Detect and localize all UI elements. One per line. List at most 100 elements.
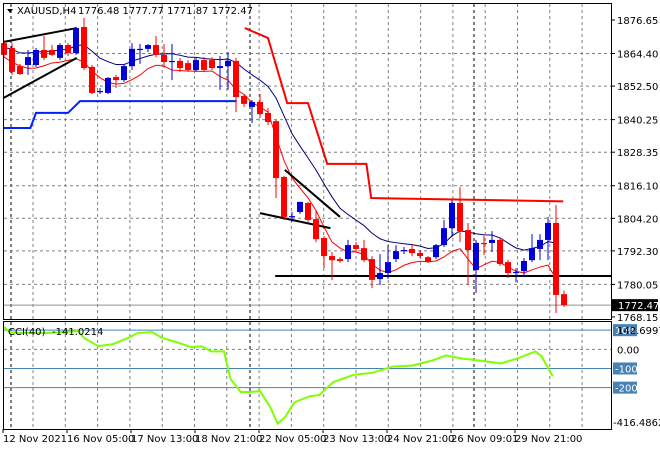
candle (489, 231, 495, 252)
current-price-label: 1772.47 (618, 301, 659, 312)
price-chart[interactable]: 1876.65 1864.40 1852.50 1840.25 1828.35 1816.… (0, 0, 660, 450)
candle (41, 36, 47, 61)
candle (193, 57, 199, 72)
candle (281, 175, 287, 220)
price-tick-label: 1852.50 (617, 82, 658, 93)
candle (49, 45, 55, 56)
candle (521, 257, 527, 278)
candle-body (337, 259, 343, 261)
candle-body (185, 63, 191, 70)
candle-body (113, 77, 119, 81)
candle-body (401, 250, 407, 252)
candle (369, 256, 375, 289)
time-tick-label: 18 Nov 21:00 (195, 434, 262, 445)
cci-min-label: -416.4862 (613, 418, 660, 429)
candle-body (465, 230, 471, 251)
candle-body (9, 48, 15, 72)
candle (305, 201, 311, 222)
candle (401, 247, 407, 255)
candle-body (49, 49, 55, 55)
candle-body (41, 49, 47, 58)
candle-body (153, 45, 159, 55)
candle (81, 17, 87, 70)
candle-body (409, 248, 415, 254)
candle-body (553, 222, 559, 295)
candle (409, 244, 415, 257)
candle (497, 238, 503, 266)
candle-body (433, 245, 439, 258)
candle-body (249, 101, 255, 107)
candle-body (457, 202, 463, 232)
candle-body (273, 121, 279, 179)
candle-body (25, 57, 31, 66)
candle (201, 57, 207, 72)
ohlc-readout: 1776.48 1777.77 1771.87 1772.47 (78, 6, 253, 17)
support-step-line (3, 100, 237, 129)
candle-body (129, 48, 135, 67)
candle-body (521, 260, 527, 272)
candle (457, 187, 463, 243)
candle-body (161, 54, 167, 63)
price-tick-label: 1768.15 (617, 313, 658, 324)
candle (529, 234, 535, 263)
price-tick-label: 1840.25 (617, 116, 658, 127)
axes: 1876.65 1864.40 1852.50 1840.25 1828.35 1816.… (2, 16, 660, 445)
candle-body (17, 66, 23, 75)
candle (241, 94, 247, 107)
price-tick-label: 1864.40 (617, 50, 658, 61)
candle-body (385, 262, 391, 274)
candle-body (529, 248, 535, 261)
candle-body (505, 262, 511, 274)
candle-body (57, 45, 63, 58)
time-tick-label: 24 Nov 21:00 (387, 434, 454, 445)
price-tick-label: 1792.30 (617, 247, 658, 258)
cci-title: CCI(40) (8, 327, 46, 338)
candle-body (241, 95, 247, 104)
candle (417, 250, 423, 258)
trendline (284, 169, 341, 218)
chart-menu-triangle-icon[interactable] (7, 9, 13, 13)
candle-body (193, 60, 199, 70)
candle-body (473, 242, 479, 271)
candle (337, 257, 343, 263)
candle-body (225, 60, 231, 67)
candle (385, 245, 391, 280)
candle-body (177, 60, 183, 69)
candle (57, 43, 63, 61)
candle (257, 94, 263, 118)
candle (73, 26, 79, 55)
candle (433, 244, 439, 260)
trendline (259, 212, 331, 230)
candle (33, 48, 39, 67)
candle-body (441, 228, 447, 246)
cci-panel[interactable] (3, 326, 611, 426)
time-tick-label: 29 Nov 21:00 (515, 434, 582, 445)
cci-value: -141.0214 (52, 327, 103, 338)
candle-body (353, 245, 359, 249)
candle (217, 55, 223, 90)
candle-body (537, 239, 543, 249)
cci-max-label: 142.6997 (617, 326, 660, 337)
candle (273, 120, 279, 199)
candle-body (265, 112, 271, 122)
candle-body (425, 257, 431, 263)
price-tick-label: 1816.10 (617, 182, 658, 193)
candle-body (561, 294, 567, 306)
price-tick-label: 1828.35 (617, 148, 658, 159)
candle-body (513, 271, 519, 274)
candle (449, 199, 455, 238)
candle (121, 63, 127, 82)
time-tick-label: 16 Nov 05:00 (67, 434, 134, 445)
candle-body (545, 222, 551, 240)
candle (145, 43, 151, 53)
candle-body (481, 242, 487, 245)
main-panel[interactable] (1, 17, 611, 313)
candle (169, 43, 175, 81)
candle-body (81, 26, 87, 69)
price-tick-label: 1876.65 (617, 16, 658, 27)
candle (481, 236, 487, 255)
candle-body (497, 239, 503, 265)
candle (321, 236, 327, 269)
candle-body (65, 45, 71, 53)
candle (353, 242, 359, 252)
